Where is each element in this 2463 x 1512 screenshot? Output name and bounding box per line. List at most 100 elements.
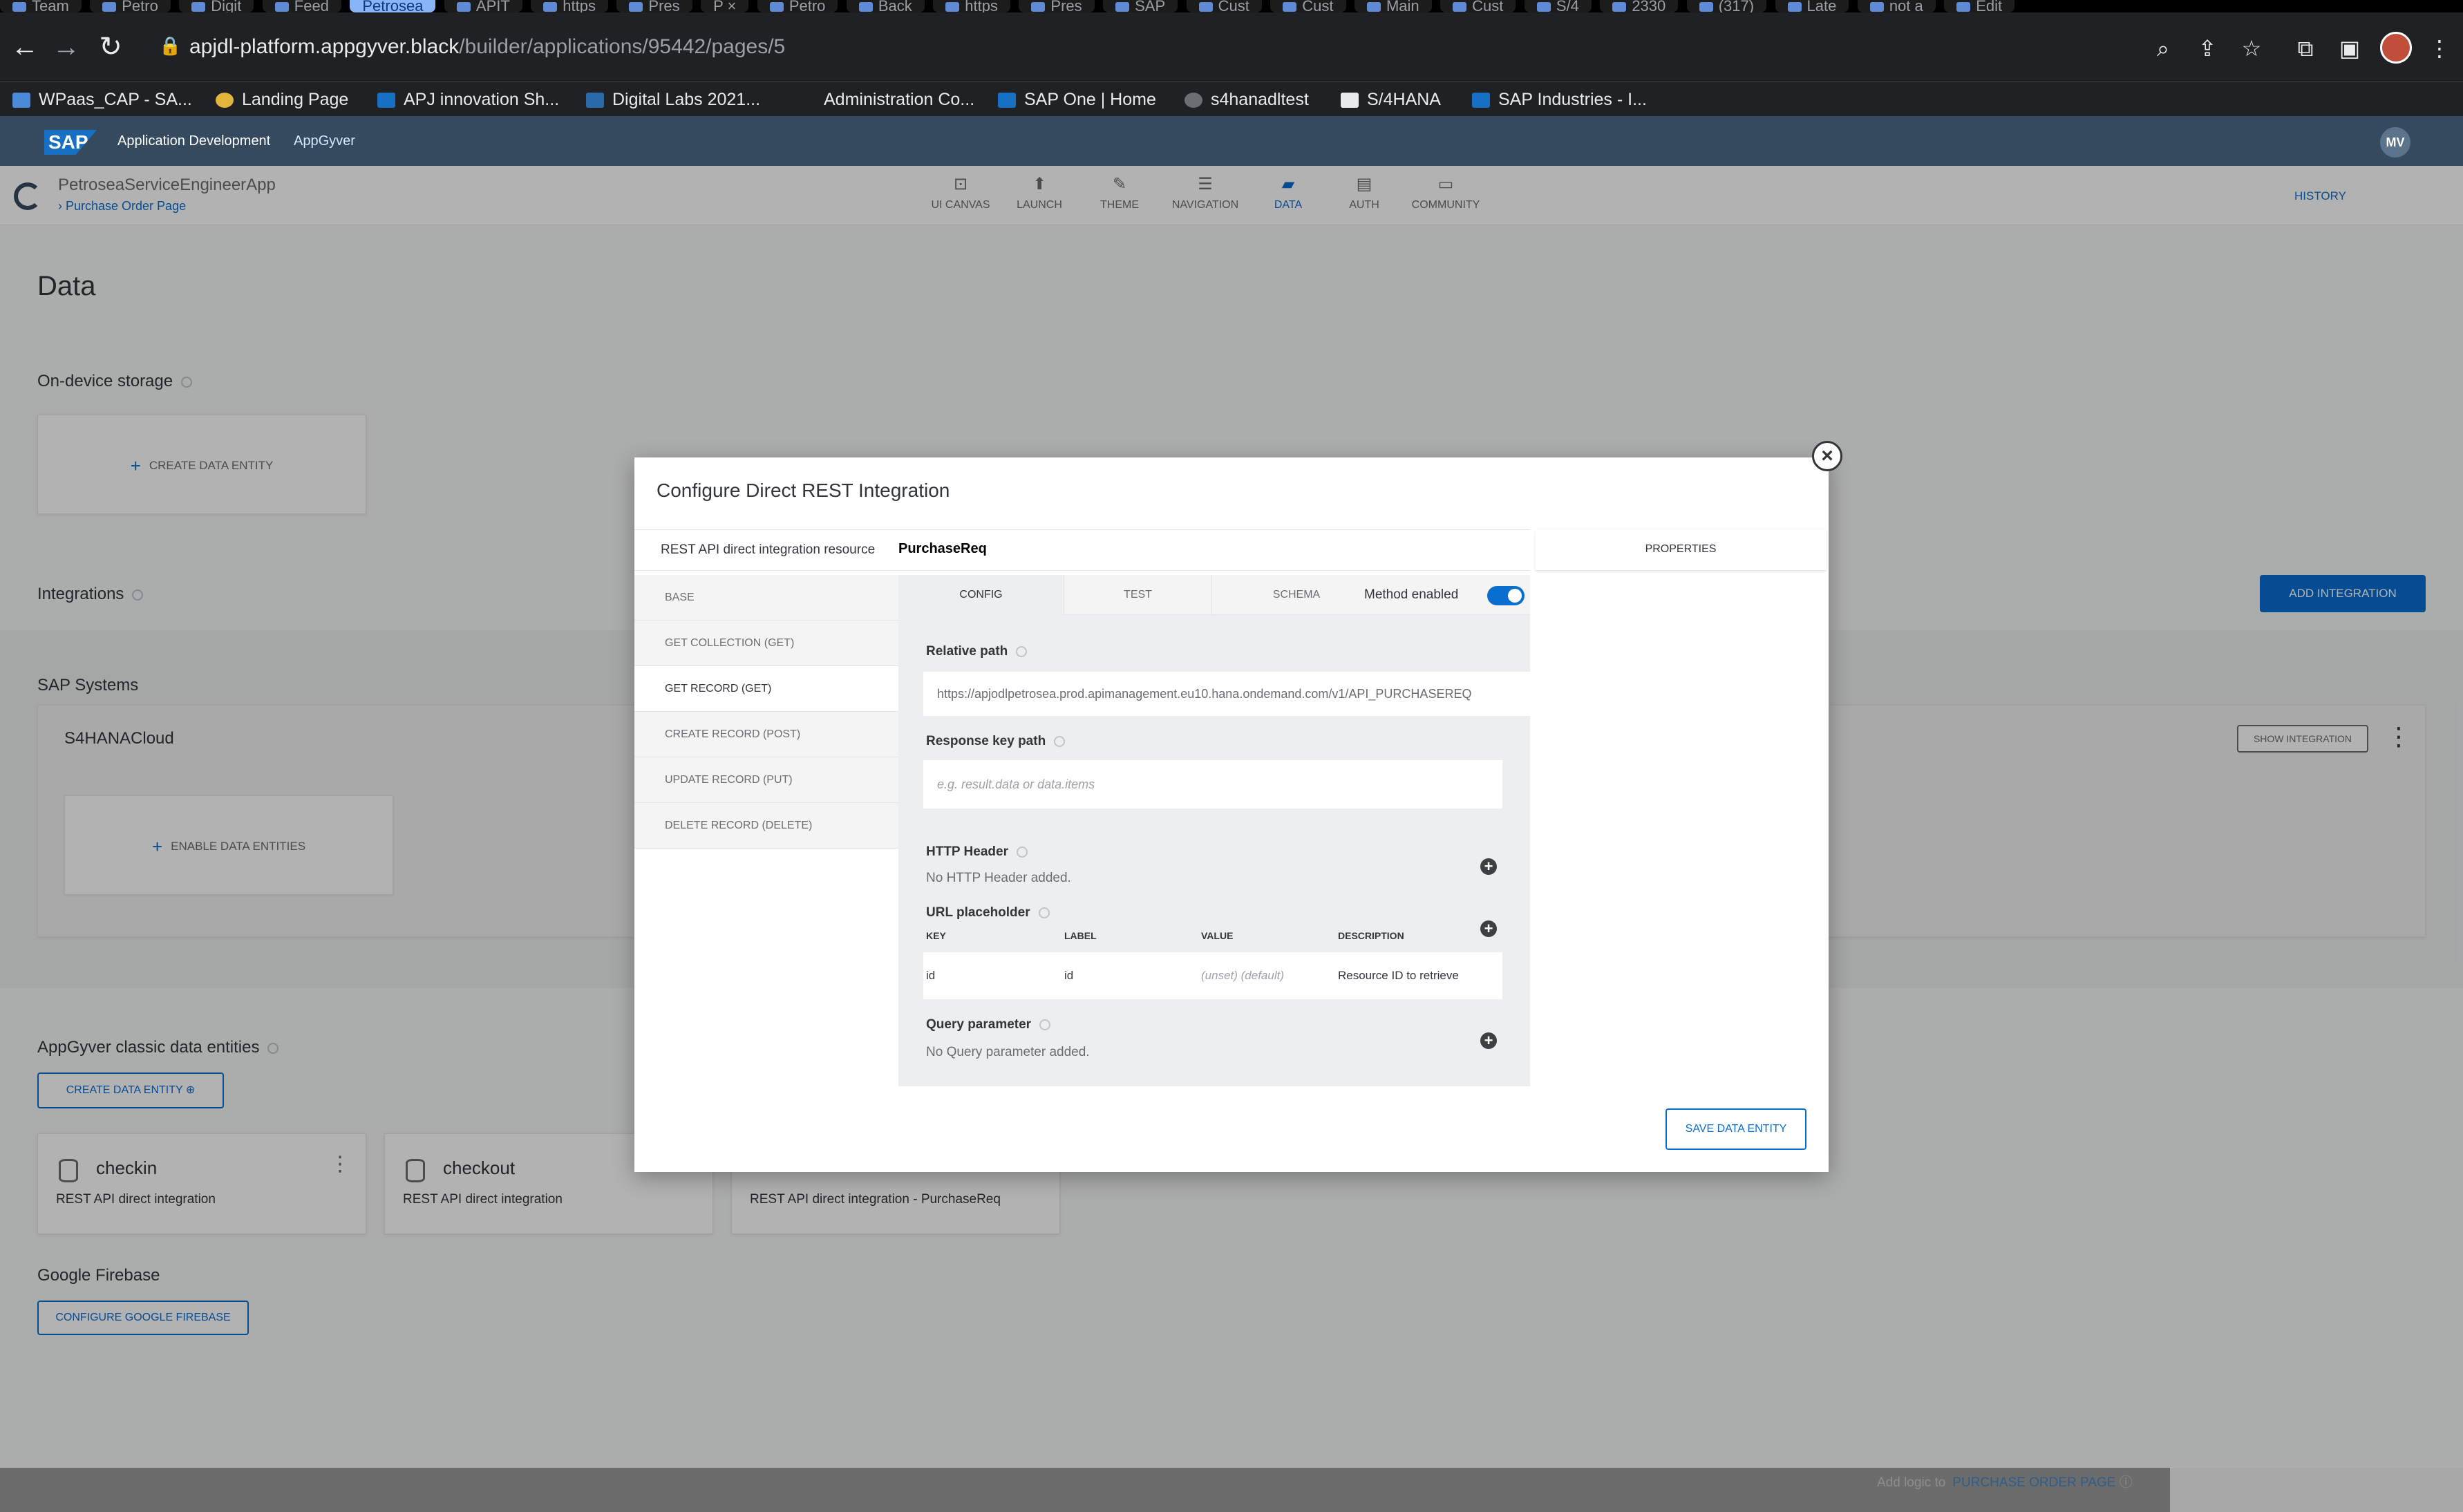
browser-tab[interactable]: Pres [1019,0,1095,12]
bookmark-item[interactable]: WPaas_CAP - SA... [12,82,192,117]
browser-tab[interactable]: not a [1857,0,1936,12]
method-get-collection[interactable]: GET COLLECTION (GET) [634,621,898,666]
properties-tab[interactable]: PROPERTIES [1536,529,1826,571]
tab-favicon-icon [102,2,117,12]
forward-arrow-icon[interactable]: → [50,30,83,64]
info-icon[interactable] [1016,645,1028,657]
tab-favicon-icon [12,2,26,12]
tab-favicon-icon [858,2,873,12]
method-enabled-toggle[interactable] [1487,586,1525,605]
tab-test[interactable]: TEST [1064,575,1212,615]
browser-tab[interactable]: https [531,0,608,12]
bookmark-star-icon[interactable]: ☆ [2238,35,2265,62]
tab-favicon-icon [1031,2,1046,12]
bookmarks-bar: WPaas_CAP - SA... Landing Page APJ innov… [0,82,2463,116]
tab-favicon-icon [629,2,643,12]
browser-tab[interactable]: 2330 [1600,0,1679,12]
browser-tab[interactable]: APIT [444,0,522,12]
zoom-icon[interactable]: ⌕ [2149,35,2177,62]
browser-tab[interactable]: Back [846,0,925,12]
browser-tab[interactable]: https [933,0,1010,12]
add-query-param-icon[interactable]: + [1480,1032,1497,1049]
user-avatar[interactable]: MV [2380,127,2410,158]
tab-favicon-icon [191,2,206,12]
add-url-placeholder-icon[interactable]: + [1480,920,1497,937]
share-icon[interactable]: ⇪ [2193,35,2221,62]
method-delete-record[interactable]: DELETE RECORD (DELETE) [634,803,898,849]
method-update-record[interactable]: UPDATE RECORD (PUT) [634,757,898,803]
reload-icon[interactable]: ↻ [94,30,127,64]
browser-tab[interactable]: Main [1354,0,1432,12]
browser-tab-group-petrosea[interactable]: Petrosea [350,0,436,12]
column-value: VALUE [1201,930,1234,941]
add-logic-page-link[interactable]: PURCHASE ORDER PAGE [1952,1475,2115,1490]
browser-tab[interactable]: SAP [1103,0,1178,12]
bookmark-item[interactable]: S/4HANA [1341,82,1441,117]
tab-schema[interactable]: SCHEMA [1212,575,1381,615]
tab-favicon-icon [1699,2,1713,12]
url-placeholder-label: URL placeholder [926,905,1050,920]
query-param-label: Query parameter [926,1017,1051,1032]
browser-tab[interactable]: Team [0,0,82,12]
browser-tab[interactable]: S/4 [1524,0,1592,12]
relative-path-input[interactable]: https://apjodlpetrosea.prod.apimanagemen… [923,672,1530,716]
table-row[interactable]: id id (unset) (default) Resource ID to r… [923,952,1502,999]
help-icon[interactable]: ⓘ [2120,1475,2133,1490]
browser-tab[interactable]: Late [1775,0,1849,12]
sap-shell-bar: SAP Application Development AppGyver MV [0,116,2463,166]
method-base[interactable]: BASE [634,575,898,621]
tab-favicon-icon [1787,2,1802,12]
browser-tab[interactable]: Edit [1944,0,2015,12]
bookmark-item[interactable]: Digital Labs 2021... [586,82,760,117]
query-param-empty: No Query parameter added. [926,1045,1090,1059]
logic-canvas-bar [0,1468,2170,1512]
info-icon[interactable] [1038,907,1050,918]
tab-favicon-icon [1198,2,1213,12]
bookmark-favicon-icon [12,93,30,108]
tab-favicon-icon [945,2,960,12]
browser-tab[interactable]: Petro [90,0,171,12]
extensions-puzzle-icon[interactable]: ⧉ [2292,35,2319,62]
bookmark-item[interactable]: Landing Page [216,82,348,117]
http-header-label: HTTP Header [926,844,1028,860]
browser-profile-avatar[interactable] [2380,32,2412,64]
info-icon[interactable] [1016,846,1028,858]
sap-logo[interactable]: SAP [44,130,97,155]
bookmark-favicon-icon [1185,93,1202,108]
browser-tab[interactable]: Cust [1186,0,1262,12]
side-panel-icon[interactable]: ▣ [2336,35,2363,62]
tab-config[interactable]: CONFIG [898,575,1064,615]
browser-menu-icon[interactable]: ⋮ [2426,35,2453,62]
bookmark-item[interactable]: SAP One | Home [998,82,1156,117]
close-icon[interactable]: × [1812,441,1842,471]
bookmark-item[interactable]: Administration Co... [824,82,974,117]
resource-label: REST API direct integration resource [661,542,876,557]
address-bar[interactable]: 🔒 apjdl-platform.appgyver.black/builder/… [138,22,2460,72]
bookmark-item[interactable]: SAP Industries - I... [1472,82,1647,117]
browser-tab[interactable]: Petro [757,0,838,12]
bookmark-item[interactable]: s4hanadltest [1185,82,1309,117]
browser-tab[interactable]: Digit [179,0,254,12]
info-icon[interactable] [1054,735,1066,747]
tab-favicon-icon [1453,2,1467,12]
row-value[interactable]: (unset) (default) [1201,969,1284,983]
browser-tab[interactable]: Cust [1440,0,1516,12]
save-data-entity-button[interactable]: SAVE DATA ENTITY [1665,1108,1806,1150]
browser-tab[interactable]: Feed [262,0,341,12]
browser-tab-current[interactable]: P × [701,0,749,12]
add-header-icon[interactable]: + [1480,858,1497,875]
shell-title: Application Development [117,133,271,149]
method-get-record[interactable]: GET RECORD (GET) [634,666,898,712]
bookmark-item[interactable]: APJ innovation Sh... [377,82,559,117]
browser-tab[interactable]: Cust [1270,0,1346,12]
config-subtabs: CONFIG TEST SCHEMA Method enabled [898,575,1530,615]
relative-path-label: Relative path [926,644,1028,659]
info-icon[interactable] [1039,1019,1051,1030]
method-create-record[interactable]: CREATE RECORD (POST) [634,712,898,757]
browser-tab-strip: Team Petro Digit Feed Petrosea APIT http… [0,0,2463,12]
response-key-input[interactable]: e.g. result.data or data.items [923,760,1502,809]
back-arrow-icon[interactable]: ← [8,30,41,64]
resource-row: REST API direct integration resource Pur… [634,529,1530,571]
browser-tab[interactable]: Pres [616,0,692,12]
browser-tab[interactable]: (317) [1686,0,1767,12]
